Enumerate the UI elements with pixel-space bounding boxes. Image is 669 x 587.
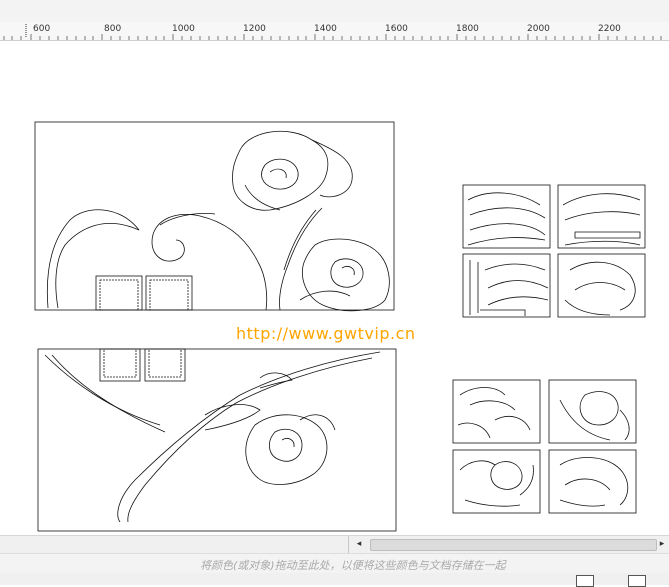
ruler-label: 1800 <box>456 24 479 34</box>
ruler-label: 1600 <box>385 24 408 34</box>
scrollbar-thumb[interactable] <box>370 539 657 551</box>
ruler-label: 2200 <box>598 24 621 34</box>
scroll-left-icon[interactable]: ◂ <box>352 538 366 551</box>
status-bar <box>0 573 669 587</box>
ruler-label: 1000 <box>172 24 195 34</box>
panel-bottom <box>37 348 397 532</box>
document-palette[interactable]: 将颜色(或对象)拖动至此处，以便将这些颜色与文档存储在一起 <box>0 553 669 574</box>
scrollbar-separator <box>348 536 349 553</box>
ruler-label: 600 <box>33 24 51 34</box>
ruler-label: 800 <box>104 24 122 34</box>
canvas-artwork[interactable] <box>0 41 669 535</box>
top-toolbar-strip <box>0 0 669 23</box>
page-view-icon[interactable] <box>576 575 594 587</box>
panel-top <box>34 121 395 312</box>
thumbnails-upper <box>462 184 646 318</box>
fullscreen-icon[interactable] <box>628 575 646 587</box>
horizontal-scrollbar[interactable]: ◂ ▸ <box>0 535 669 553</box>
palette-hint-text: 将颜色(或对象)拖动至此处，以便将这些颜色与文档存储在一起 <box>200 559 506 572</box>
thumbnails-lower <box>452 379 637 514</box>
horizontal-ruler[interactable]: 600 800 1000 1200 1400 1600 1800 2000 22… <box>0 22 669 41</box>
scroll-right-icon[interactable]: ▸ <box>656 538 668 551</box>
watermark-text: http://www.gwtvip.cn <box>236 324 416 343</box>
ruler-label: 1400 <box>314 24 337 34</box>
ruler-label: 1200 <box>243 24 266 34</box>
ruler-label: 2000 <box>527 24 550 34</box>
drawing-canvas[interactable]: http://www.gwtvip.cn <box>0 41 669 535</box>
